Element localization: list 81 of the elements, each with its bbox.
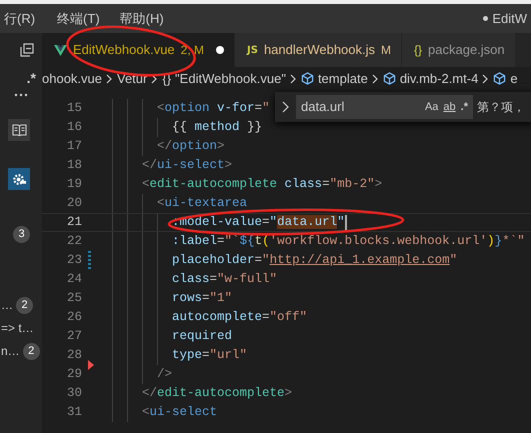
code-line: rows="1" (171, 290, 232, 308)
editor-tab[interactable]: {} package.json (402, 33, 516, 67)
code-line: :model-value="data.url" (171, 214, 345, 232)
editor-tab[interactable]: EditWebhook.vue 2, M (42, 33, 236, 67)
code-line: <option v-for=" (156, 100, 270, 118)
breadcrumb-item[interactable]: div.mb-2.mt-4 (400, 68, 478, 88)
find-option-toggle[interactable]: ab (443, 98, 456, 116)
breadcrumb-item[interactable]: template (318, 68, 368, 88)
chevron-right-icon (151, 74, 158, 84)
line-number: 16 (66, 119, 82, 136)
find-option-toggle[interactable]: Aa (424, 98, 438, 116)
tab-label: EditWebhook.vue (73, 41, 175, 60)
line-number: 27 (66, 328, 82, 346)
menu-item[interactable]: 帮助(H) (116, 8, 168, 28)
code-line: {{ method }} (171, 119, 262, 136)
code-line: required (171, 328, 232, 346)
find-input[interactable]: data.url Aa ab .* (296, 95, 473, 119)
line-number: 20 (66, 195, 82, 212)
breadcrumb-item[interactable]: Vetur (117, 68, 148, 88)
tab-label: handlerWebhook.js (264, 41, 376, 60)
tab-status: M (381, 42, 392, 59)
js-icon: JS (247, 42, 258, 58)
code-line: </option> (156, 138, 225, 156)
vue-icon (54, 44, 67, 56)
collapse-all-icon[interactable] (20, 43, 34, 57)
search-result-text[interactable]: => t… (1, 319, 34, 337)
search-result-text[interactable]: n… (1, 342, 20, 360)
code-line: <ui-select (141, 404, 218, 422)
chevron-right-icon (482, 74, 490, 84)
more-icon[interactable] (14, 93, 28, 97)
count-badge: 2 (16, 296, 33, 314)
code-line: placeholder="http://api_1.example.com" (171, 252, 458, 270)
code-line: type="url" (171, 347, 248, 364)
code-line: </ui-select> (141, 157, 232, 174)
code-line: <ui-textarea (156, 195, 248, 212)
cube-icon (300, 72, 314, 85)
breadcrumb-item[interactable]: e (510, 68, 518, 88)
breadcrumb-item[interactable]: "EditWebhook.vue" (175, 68, 286, 88)
line-number: 15 (66, 100, 82, 118)
text-cursor (344, 214, 347, 230)
regex-toggle[interactable]: .* (26, 68, 36, 89)
window-title: EditW (492, 10, 527, 28)
breadcrumb-item[interactable]: ohook.vue (42, 68, 102, 88)
json-icon: {} (414, 41, 422, 59)
line-number: 26 (66, 309, 82, 326)
line-number: 29 (66, 366, 82, 384)
line-number: 25 (66, 290, 82, 308)
editor-tab[interactable]: JS handlerWebhook.js M (235, 33, 402, 67)
chevron-right-icon (106, 74, 113, 84)
tab-label: package.json (428, 41, 505, 60)
menu-item[interactable]: 终端(T) (53, 8, 104, 28)
line-number: 24 (66, 271, 82, 288)
line-number: 19 (66, 176, 82, 194)
line-number: 22 (66, 233, 82, 250)
line-number: 31 (66, 404, 82, 422)
line-number: 28 (66, 347, 82, 364)
book-icon[interactable] (8, 119, 30, 141)
line-number: 23 (66, 252, 82, 270)
cube-icon (382, 72, 396, 85)
line-number: 17 (66, 138, 82, 156)
code-line: :label="`${t('workflow.blocks.webhook.url')}*`" (171, 233, 525, 250)
code-line: <edit-autocomplete class="mb-2"> (141, 176, 382, 194)
line-number: 18 (66, 157, 82, 174)
chevron-right-icon (290, 74, 297, 84)
chevron-right-icon (372, 74, 379, 84)
match-count: 第？项， (477, 99, 525, 116)
code-line: class="w-full" (171, 271, 278, 288)
line-number: 21 (66, 214, 82, 232)
find-option-toggle[interactable]: .* (460, 98, 468, 116)
menu-item[interactable]: 行(R) (0, 8, 40, 28)
search-result-text[interactable]: … (1, 296, 13, 314)
gear-icon[interactable] (8, 168, 30, 190)
line-number: 30 (66, 385, 82, 402)
code-line: </edit-autocomplete> (141, 385, 292, 402)
cube-icon (493, 72, 506, 85)
count-badge: 2 (22, 342, 40, 360)
chevron-right-icon[interactable] (282, 101, 289, 113)
code-line: /> (156, 366, 172, 384)
count-badge: 3 (13, 226, 30, 243)
code-line: autocomplete="off" (171, 309, 308, 326)
tab-status: 2, M (180, 42, 204, 59)
